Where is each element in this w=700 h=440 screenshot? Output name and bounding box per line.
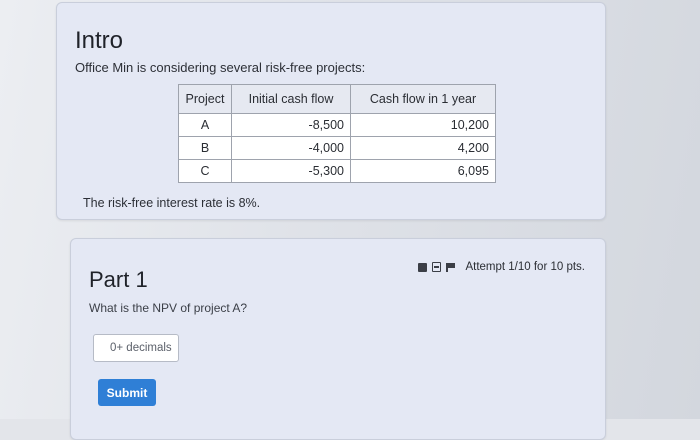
table-header-row: Project Initial cash flow Cash flow in 1… [178, 84, 496, 114]
cash-flow-1-year-cell: 10,200 [350, 113, 496, 137]
cash-flow-table: Project Initial cash flow Cash flow in 1… [178, 84, 496, 183]
part-title: Part 1 [89, 267, 148, 292]
initial-cash-flow-cell: -8,500 [231, 113, 351, 137]
question-text: What is the NPV of project A? [89, 301, 248, 315]
project-cell: C [178, 159, 232, 183]
flag-icon[interactable] [446, 262, 456, 272]
intro-title: Intro [75, 27, 124, 54]
risk-free-rate-text: The risk-free interest rate is 8%. [83, 196, 261, 210]
table-row: B -4,000 4,200 [178, 136, 496, 160]
table-row: C -5,300 6,095 [178, 159, 496, 183]
intro-card: Intro Office Min is considering several … [56, 2, 606, 220]
intro-description: Office Min is considering several risk-f… [75, 60, 366, 75]
calculator-icon[interactable] [432, 262, 442, 272]
column-header-project: Project [178, 84, 232, 114]
column-header-initial-cash-flow: Initial cash flow [231, 84, 351, 114]
cash-flow-1-year-cell: 4,200 [350, 136, 496, 160]
square-icon[interactable] [418, 262, 428, 272]
answer-field[interactable] [93, 334, 179, 362]
answer-input[interactable] [94, 335, 178, 361]
submit-button[interactable]: Submit [98, 379, 156, 406]
table-row: A -8,500 10,200 [178, 113, 496, 137]
attempt-text: Attempt 1/10 for 10 pts. [465, 261, 585, 273]
project-cell: B [178, 136, 232, 160]
initial-cash-flow-cell: -4,000 [231, 136, 351, 160]
part-1-card: Part 1 Attempt 1/10 for 10 pts. What is … [70, 238, 606, 440]
initial-cash-flow-cell: -5,300 [231, 159, 351, 183]
cash-flow-1-year-cell: 6,095 [350, 159, 496, 183]
attempt-status: Attempt 1/10 for 10 pts. [418, 261, 585, 273]
project-cell: A [178, 113, 232, 137]
column-header-cash-flow-1-year: Cash flow in 1 year [350, 84, 496, 114]
